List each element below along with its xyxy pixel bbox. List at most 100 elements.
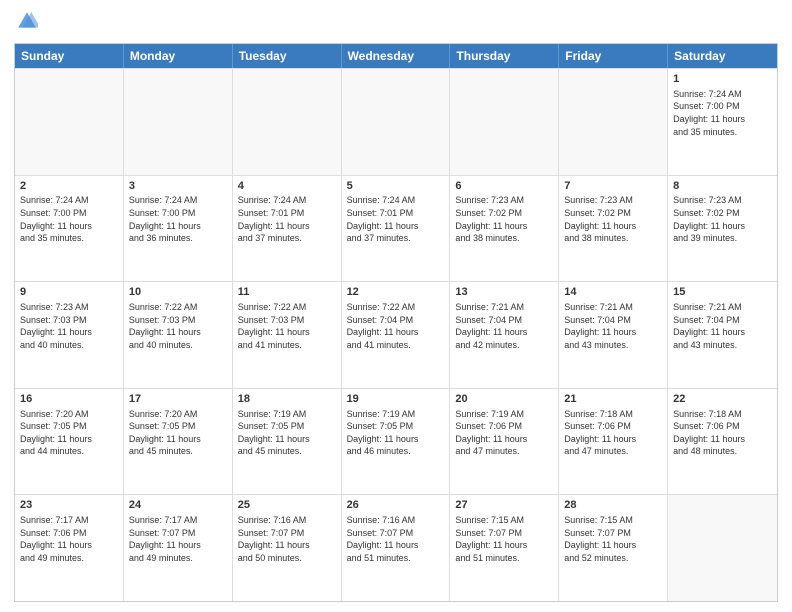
header-day: Tuesday xyxy=(233,44,342,68)
calendar-cell: 4Sunrise: 7:24 AM Sunset: 7:01 PM Daylig… xyxy=(233,176,342,282)
day-number: 20 xyxy=(455,392,553,407)
calendar-body: 1Sunrise: 7:24 AM Sunset: 7:00 PM Daylig… xyxy=(15,68,777,601)
cell-info: Sunrise: 7:19 AM Sunset: 7:06 PM Dayligh… xyxy=(455,408,553,458)
calendar-cell: 13Sunrise: 7:21 AM Sunset: 7:04 PM Dayli… xyxy=(450,282,559,388)
calendar-cell xyxy=(15,69,124,175)
calendar-cell xyxy=(559,69,668,175)
header-day: Saturday xyxy=(668,44,777,68)
cell-info: Sunrise: 7:18 AM Sunset: 7:06 PM Dayligh… xyxy=(673,408,772,458)
calendar-cell xyxy=(450,69,559,175)
day-number: 26 xyxy=(347,498,445,513)
cell-info: Sunrise: 7:24 AM Sunset: 7:00 PM Dayligh… xyxy=(129,194,227,244)
calendar-cell: 2Sunrise: 7:24 AM Sunset: 7:00 PM Daylig… xyxy=(15,176,124,282)
header-day: Friday xyxy=(559,44,668,68)
day-number: 5 xyxy=(347,179,445,194)
cell-info: Sunrise: 7:22 AM Sunset: 7:04 PM Dayligh… xyxy=(347,301,445,351)
calendar-row: 2Sunrise: 7:24 AM Sunset: 7:00 PM Daylig… xyxy=(15,175,777,282)
cell-info: Sunrise: 7:23 AM Sunset: 7:02 PM Dayligh… xyxy=(455,194,553,244)
day-number: 14 xyxy=(564,285,662,300)
day-number: 16 xyxy=(20,392,118,407)
calendar-cell: 24Sunrise: 7:17 AM Sunset: 7:07 PM Dayli… xyxy=(124,495,233,601)
day-number: 19 xyxy=(347,392,445,407)
calendar-cell: 7Sunrise: 7:23 AM Sunset: 7:02 PM Daylig… xyxy=(559,176,668,282)
cell-info: Sunrise: 7:21 AM Sunset: 7:04 PM Dayligh… xyxy=(564,301,662,351)
day-number: 24 xyxy=(129,498,227,513)
cell-info: Sunrise: 7:24 AM Sunset: 7:01 PM Dayligh… xyxy=(347,194,445,244)
day-number: 9 xyxy=(20,285,118,300)
header-day: Sunday xyxy=(15,44,124,68)
cell-info: Sunrise: 7:23 AM Sunset: 7:03 PM Dayligh… xyxy=(20,301,118,351)
calendar-cell: 28Sunrise: 7:15 AM Sunset: 7:07 PM Dayli… xyxy=(559,495,668,601)
calendar-cell xyxy=(342,69,451,175)
cell-info: Sunrise: 7:22 AM Sunset: 7:03 PM Dayligh… xyxy=(238,301,336,351)
calendar-cell: 10Sunrise: 7:22 AM Sunset: 7:03 PM Dayli… xyxy=(124,282,233,388)
day-number: 10 xyxy=(129,285,227,300)
day-number: 21 xyxy=(564,392,662,407)
calendar-row: 9Sunrise: 7:23 AM Sunset: 7:03 PM Daylig… xyxy=(15,281,777,388)
calendar-cell: 16Sunrise: 7:20 AM Sunset: 7:05 PM Dayli… xyxy=(15,389,124,495)
calendar-cell: 21Sunrise: 7:18 AM Sunset: 7:06 PM Dayli… xyxy=(559,389,668,495)
cell-info: Sunrise: 7:15 AM Sunset: 7:07 PM Dayligh… xyxy=(564,514,662,564)
calendar-cell: 15Sunrise: 7:21 AM Sunset: 7:04 PM Dayli… xyxy=(668,282,777,388)
day-number: 23 xyxy=(20,498,118,513)
calendar-cell: 25Sunrise: 7:16 AM Sunset: 7:07 PM Dayli… xyxy=(233,495,342,601)
cell-info: Sunrise: 7:21 AM Sunset: 7:04 PM Dayligh… xyxy=(673,301,772,351)
calendar-cell xyxy=(233,69,342,175)
day-number: 18 xyxy=(238,392,336,407)
calendar-cell: 20Sunrise: 7:19 AM Sunset: 7:06 PM Dayli… xyxy=(450,389,559,495)
calendar-row: 16Sunrise: 7:20 AM Sunset: 7:05 PM Dayli… xyxy=(15,388,777,495)
day-number: 13 xyxy=(455,285,553,300)
calendar-cell: 8Sunrise: 7:23 AM Sunset: 7:02 PM Daylig… xyxy=(668,176,777,282)
calendar-cell: 26Sunrise: 7:16 AM Sunset: 7:07 PM Dayli… xyxy=(342,495,451,601)
cell-info: Sunrise: 7:24 AM Sunset: 7:01 PM Dayligh… xyxy=(238,194,336,244)
calendar-cell: 14Sunrise: 7:21 AM Sunset: 7:04 PM Dayli… xyxy=(559,282,668,388)
calendar-cell: 18Sunrise: 7:19 AM Sunset: 7:05 PM Dayli… xyxy=(233,389,342,495)
cell-info: Sunrise: 7:24 AM Sunset: 7:00 PM Dayligh… xyxy=(673,88,772,138)
calendar-cell: 5Sunrise: 7:24 AM Sunset: 7:01 PM Daylig… xyxy=(342,176,451,282)
header-day: Wednesday xyxy=(342,44,451,68)
logo-icon xyxy=(16,10,38,32)
calendar-cell: 27Sunrise: 7:15 AM Sunset: 7:07 PM Dayli… xyxy=(450,495,559,601)
page: SundayMondayTuesdayWednesdayThursdayFrid… xyxy=(0,0,792,612)
day-number: 3 xyxy=(129,179,227,194)
day-number: 22 xyxy=(673,392,772,407)
day-number: 1 xyxy=(673,72,772,87)
cell-info: Sunrise: 7:18 AM Sunset: 7:06 PM Dayligh… xyxy=(564,408,662,458)
day-number: 6 xyxy=(455,179,553,194)
calendar: SundayMondayTuesdayWednesdayThursdayFrid… xyxy=(14,43,778,602)
cell-info: Sunrise: 7:20 AM Sunset: 7:05 PM Dayligh… xyxy=(129,408,227,458)
calendar-cell: 22Sunrise: 7:18 AM Sunset: 7:06 PM Dayli… xyxy=(668,389,777,495)
cell-info: Sunrise: 7:17 AM Sunset: 7:06 PM Dayligh… xyxy=(20,514,118,564)
calendar-cell: 12Sunrise: 7:22 AM Sunset: 7:04 PM Dayli… xyxy=(342,282,451,388)
calendar-cell: 1Sunrise: 7:24 AM Sunset: 7:00 PM Daylig… xyxy=(668,69,777,175)
cell-info: Sunrise: 7:16 AM Sunset: 7:07 PM Dayligh… xyxy=(238,514,336,564)
day-number: 2 xyxy=(20,179,118,194)
header-day: Monday xyxy=(124,44,233,68)
calendar-cell: 9Sunrise: 7:23 AM Sunset: 7:03 PM Daylig… xyxy=(15,282,124,388)
calendar-header: SundayMondayTuesdayWednesdayThursdayFrid… xyxy=(15,44,777,68)
header xyxy=(14,10,778,37)
cell-info: Sunrise: 7:16 AM Sunset: 7:07 PM Dayligh… xyxy=(347,514,445,564)
calendar-row: 1Sunrise: 7:24 AM Sunset: 7:00 PM Daylig… xyxy=(15,68,777,175)
cell-info: Sunrise: 7:23 AM Sunset: 7:02 PM Dayligh… xyxy=(564,194,662,244)
calendar-cell: 19Sunrise: 7:19 AM Sunset: 7:05 PM Dayli… xyxy=(342,389,451,495)
day-number: 28 xyxy=(564,498,662,513)
header-day: Thursday xyxy=(450,44,559,68)
cell-info: Sunrise: 7:15 AM Sunset: 7:07 PM Dayligh… xyxy=(455,514,553,564)
day-number: 15 xyxy=(673,285,772,300)
calendar-cell: 17Sunrise: 7:20 AM Sunset: 7:05 PM Dayli… xyxy=(124,389,233,495)
cell-info: Sunrise: 7:20 AM Sunset: 7:05 PM Dayligh… xyxy=(20,408,118,458)
cell-info: Sunrise: 7:22 AM Sunset: 7:03 PM Dayligh… xyxy=(129,301,227,351)
cell-info: Sunrise: 7:24 AM Sunset: 7:00 PM Dayligh… xyxy=(20,194,118,244)
calendar-cell: 3Sunrise: 7:24 AM Sunset: 7:00 PM Daylig… xyxy=(124,176,233,282)
calendar-cell: 23Sunrise: 7:17 AM Sunset: 7:06 PM Dayli… xyxy=(15,495,124,601)
day-number: 25 xyxy=(238,498,336,513)
calendar-cell: 6Sunrise: 7:23 AM Sunset: 7:02 PM Daylig… xyxy=(450,176,559,282)
cell-info: Sunrise: 7:19 AM Sunset: 7:05 PM Dayligh… xyxy=(347,408,445,458)
day-number: 11 xyxy=(238,285,336,300)
cell-info: Sunrise: 7:21 AM Sunset: 7:04 PM Dayligh… xyxy=(455,301,553,351)
calendar-cell: 11Sunrise: 7:22 AM Sunset: 7:03 PM Dayli… xyxy=(233,282,342,388)
calendar-row: 23Sunrise: 7:17 AM Sunset: 7:06 PM Dayli… xyxy=(15,494,777,601)
calendar-cell xyxy=(124,69,233,175)
logo xyxy=(14,10,42,37)
